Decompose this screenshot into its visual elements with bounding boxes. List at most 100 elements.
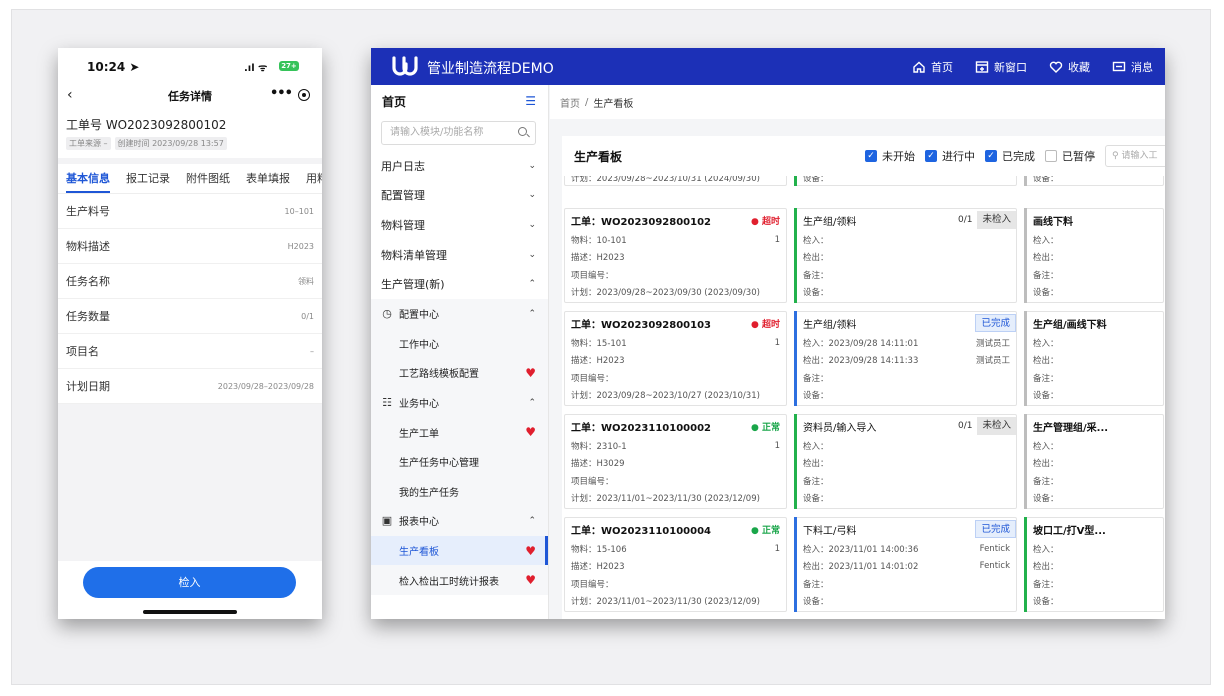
field-value: – (310, 346, 314, 356)
step-device: 设备： (803, 288, 829, 299)
filter-paused[interactable]: 已暂停 (1045, 148, 1095, 164)
favorite-heart-icon[interactable]: ♥ (525, 544, 536, 558)
tab-basic-info[interactable]: 基本信息 (58, 165, 118, 193)
sidebar-item-label: 我的生产任务 (399, 487, 459, 499)
tab-forms[interactable]: 表单填报 (238, 165, 298, 193)
step-checkin-row: 检入：2023/11/01 14:00:36 Fentick (795, 540, 1016, 558)
favorite-heart-icon[interactable]: ♥ (525, 573, 536, 587)
nav-favorites[interactable]: 收藏 (1049, 59, 1090, 75)
step-card-partial[interactable]: 设备： (1024, 176, 1164, 186)
favorite-heart-icon[interactable]: ♥ (525, 366, 536, 380)
sidebar-item-work-center[interactable]: 工作中心 (371, 328, 548, 359)
step-card[interactable]: 下料工/弓料 已完成 检入：2023/11/01 14:00:36 Fentick 检出… (794, 517, 1017, 612)
sidebar-home[interactable]: 首页 ☰ (371, 85, 548, 117)
step-checkin: 检入： (803, 235, 829, 246)
step-card[interactable]: 生产管理组/采... 检入： 检出： 备注： 设备： (1024, 414, 1164, 509)
step-card-header: 画线下料 (1025, 209, 1163, 231)
nav-home[interactable]: 首页 (912, 59, 953, 75)
sidebar-item-label: 检入检出工时统计报表 (399, 576, 499, 588)
sidebar-search-input[interactable]: 请输入模块/功能名称 (381, 121, 536, 145)
sidebar-item-work-order[interactable]: 生产工单 ♥ (371, 417, 548, 447)
tab-attachments[interactable]: 附件图纸 (178, 165, 238, 193)
breadcrumb-current: 生产看板 (593, 98, 634, 110)
step-field: 设备： (1033, 391, 1059, 402)
top-bar: 管业制造流程DEMO 首页 新窗口 收藏 消息 (371, 48, 1165, 85)
more-icon[interactable]: ••• (270, 86, 293, 101)
step-remark: 备注： (803, 270, 829, 281)
step-device: 设备： (803, 391, 829, 402)
order-material: 物料：2310-1 (571, 441, 627, 452)
step-name: 下料工/弓料 (803, 525, 857, 537)
search-placeholder: 请输入模块/功能名称 (390, 127, 484, 138)
step-card[interactable]: 画线下料 检入： 检出： 备注： 设备： (1024, 208, 1164, 303)
filter-completed[interactable]: ✓ 已完成 (985, 148, 1035, 164)
sidebar-group-business-center[interactable]: ☷ 业务中心 ⌃ (371, 387, 548, 418)
filter-label: 进行中 (942, 150, 975, 163)
tab-materials[interactable]: 用料 (298, 165, 322, 193)
collapse-menu-icon[interactable]: ☰ (525, 94, 536, 108)
filter-not-started[interactable]: ✓ 未开始 (865, 148, 915, 164)
sidebar-item-material[interactable]: 物料管理 ⌄ (371, 210, 548, 240)
step-status-tag: 已完成 (975, 314, 1016, 332)
step-name: 资料员/输入导入 (803, 422, 877, 434)
order-card[interactable]: 工单：WO2023092800103 ● 超时 物料：15-101 1 描述：H2023… (564, 311, 787, 406)
nav-label: 消息 (1131, 60, 1153, 74)
sidebar-item-task-center[interactable]: 生产任务中心管理 (371, 446, 548, 477)
order-project: 项目编号： (571, 476, 614, 487)
filter-in-progress[interactable]: ✓ 进行中 (925, 148, 975, 164)
step-card[interactable]: 生产组/画线下料 检入： 检出： 备注： 设备： (1024, 311, 1164, 406)
sidebar-item-config[interactable]: 配置管理 ⌄ (371, 181, 548, 211)
order-card[interactable]: 工单：WO2023092800102 ● 超时 物料：10-101 1 描述：H2023… (564, 208, 787, 303)
sidebar-item-route-template[interactable]: 工艺路线模板配置 ♥ (371, 358, 548, 388)
order-material: 物料：15-106 (571, 544, 627, 555)
step-card[interactable]: 生产组/领料 已完成 检入：2023/09/28 14:11:01 测试员工 检出：20… (794, 311, 1017, 406)
breadcrumb-home[interactable]: 首页 (560, 95, 580, 110)
step-device: 设备： (803, 494, 829, 505)
step-card[interactable]: 坡口工/打V型... 检入： 检出： 备注： 设备： (1024, 517, 1164, 612)
field-label: 任务名称 (66, 275, 110, 288)
step-card-header: 生产管理组/采... (1025, 415, 1163, 437)
step-card-header: 资料员/输入导入 0/1 未检入 (795, 415, 1016, 437)
nav-new-window[interactable]: 新窗口 (975, 59, 1027, 75)
sidebar-item-my-tasks[interactable]: 我的生产任务 (371, 476, 548, 507)
order-card[interactable]: 工单：WO2023110100002 ● 正常 物料：2310-1 1 描述：H3029… (564, 414, 787, 509)
order-project: 项目编号： (571, 270, 614, 281)
field-value: 0/1 (301, 311, 314, 321)
sidebar-group-config-center[interactable]: ◷ 配置中心 ⌃ (371, 298, 548, 329)
step-checkout: 检出： (803, 253, 829, 264)
close-miniapp-icon[interactable] (298, 89, 310, 101)
check-in-button[interactable]: 检入 (83, 567, 296, 598)
field-value: 10–101 (284, 206, 314, 216)
nav-messages[interactable]: 消息 (1112, 59, 1153, 75)
step-field: 备注： (1033, 373, 1059, 384)
step-field: 检入： (1033, 338, 1059, 349)
step-card-partial[interactable]: 设备： (794, 176, 1017, 186)
field-row: 物料描述 H2023 (58, 229, 322, 264)
sidebar-item-production-board[interactable]: 生产看板 ♥ (371, 535, 548, 566)
sidebar-item-checkin-report[interactable]: 检入检出工时统计报表 ♥ (371, 565, 548, 595)
board-title: 生产看板 (574, 149, 623, 164)
board-search-input[interactable]: ⚲ 请输入工 (1105, 145, 1165, 167)
step-card[interactable]: 资料员/输入导入 0/1 未检入 检入： 检出： 备注： 设备： (794, 414, 1017, 509)
field-value: H2023 (287, 241, 314, 251)
step-name: 生产组/画线下料 (1033, 319, 1107, 331)
sidebar-group-report-center[interactable]: ▣ 报表中心 ⌃ (371, 506, 548, 536)
mobile-tabs: 基本信息 报工记录 附件图纸 表单填报 用料 (58, 164, 322, 194)
tab-report-records[interactable]: 报工记录 (118, 165, 178, 193)
order-card[interactable]: 工单：WO2023110100004 ● 正常 物料：15-106 1 描述：H2023… (564, 517, 787, 612)
step-card[interactable]: 生产组/领料 0/1 未检入 检入： 检出： 备注： 设备： (794, 208, 1017, 303)
order-card-partial[interactable]: 计划：2023/09/28~2023/10/31 (2024/09/30) (564, 176, 787, 186)
sidebar: 首页 ☰ 请输入模块/功能名称 用户日志 ⌄ 配置管理 ⌄ 物料管理 ⌄ 物料清单管理… (371, 85, 549, 619)
sidebar-item-bom[interactable]: 物料清单管理 ⌄ (371, 240, 548, 270)
checkbox-checked-icon: ✓ (865, 150, 877, 162)
chevron-down-icon: ⌄ (528, 160, 536, 171)
sidebar-item-user-log[interactable]: 用户日志 ⌄ (371, 151, 548, 181)
chevron-up-icon: ⌃ (528, 397, 536, 408)
favorite-heart-icon[interactable]: ♥ (525, 425, 536, 439)
sidebar-item-label: 物料清单管理 (381, 248, 447, 262)
chevron-up-icon: ⌃ (528, 308, 536, 319)
chevron-down-icon: ⌄ (528, 219, 536, 230)
sidebar-item-production[interactable]: 生产管理(新) ⌃ (371, 269, 548, 299)
heart-icon (1049, 61, 1063, 73)
chevron-up-icon: ⌃ (528, 279, 536, 290)
